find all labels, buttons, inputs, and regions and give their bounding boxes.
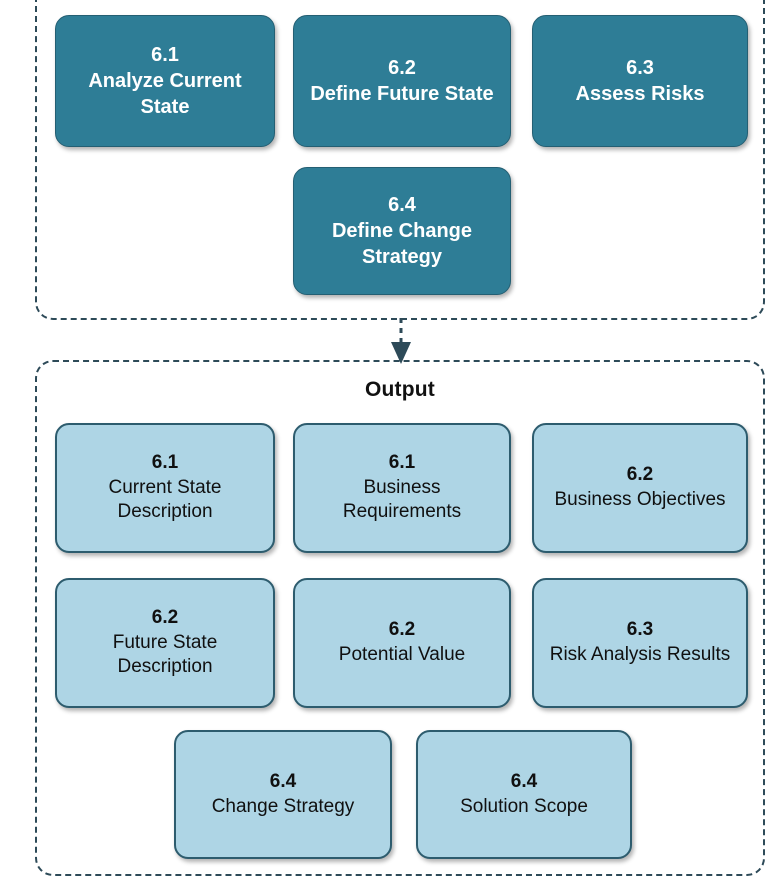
output-node-label: Change Strategy xyxy=(211,795,355,817)
output-node-current-state-description[interactable]: 6.1 Current State Description xyxy=(55,423,275,553)
output-node-number: 6.2 xyxy=(151,606,179,628)
output-node-label: Future State Description xyxy=(112,631,218,678)
output-node-number: 6.4 xyxy=(510,770,538,792)
output-node-number: 6.1 xyxy=(388,451,416,473)
output-node-business-objectives[interactable]: 6.2 Business Objectives xyxy=(532,423,748,553)
output-node-label: Risk Analysis Results xyxy=(549,644,731,665)
output-node-number: 6.3 xyxy=(626,619,654,641)
diagram-canvas: 6.1 Analyze Current State 6.2 Define Fut… xyxy=(0,0,774,887)
process-node-define-change-strategy[interactable]: 6.4 Define Change Strategy xyxy=(293,167,511,295)
process-node-number: 6.4 xyxy=(388,194,416,216)
output-node-potential-value[interactable]: 6.2 Potential Value xyxy=(293,578,511,708)
output-node-label: Potential Value xyxy=(338,644,466,665)
output-node-solution-scope[interactable]: 6.4 Solution Scope xyxy=(416,730,632,859)
process-node-define-future-state[interactable]: 6.2 Define Future State xyxy=(293,15,511,147)
process-node-assess-risks[interactable]: 6.3 Assess Risks xyxy=(532,15,748,147)
output-node-risk-analysis-results[interactable]: 6.3 Risk Analysis Results xyxy=(532,578,748,708)
down-arrow-icon xyxy=(391,318,411,364)
output-node-number: 6.4 xyxy=(269,770,297,792)
output-node-business-requirements[interactable]: 6.1 Business Requirements xyxy=(293,423,511,553)
output-node-future-state-description[interactable]: 6.2 Future State Description xyxy=(55,578,275,708)
process-node-label: Define Future State xyxy=(310,83,494,105)
output-node-label: Business Requirements xyxy=(342,476,462,523)
output-node-number: 6.2 xyxy=(626,464,654,486)
output-node-number: 6.1 xyxy=(151,451,179,473)
process-node-label: Assess Risks xyxy=(575,83,705,105)
process-node-analyze-current-state[interactable]: 6.1 Analyze Current State xyxy=(55,15,275,147)
output-group-title: Output xyxy=(364,378,435,401)
output-node-number: 6.2 xyxy=(388,619,416,641)
output-node-change-strategy[interactable]: 6.4 Change Strategy xyxy=(174,730,392,859)
process-node-number: 6.2 xyxy=(388,57,416,79)
process-node-label: Analyze Current State xyxy=(88,70,242,118)
output-node-label: Current State Description xyxy=(108,476,222,523)
process-node-number: 6.1 xyxy=(151,44,179,66)
process-node-number: 6.3 xyxy=(626,57,654,79)
output-node-label: Business Objectives xyxy=(554,489,726,510)
process-node-label: Define Change Strategy xyxy=(331,220,473,268)
output-node-label: Solution Scope xyxy=(460,795,588,817)
